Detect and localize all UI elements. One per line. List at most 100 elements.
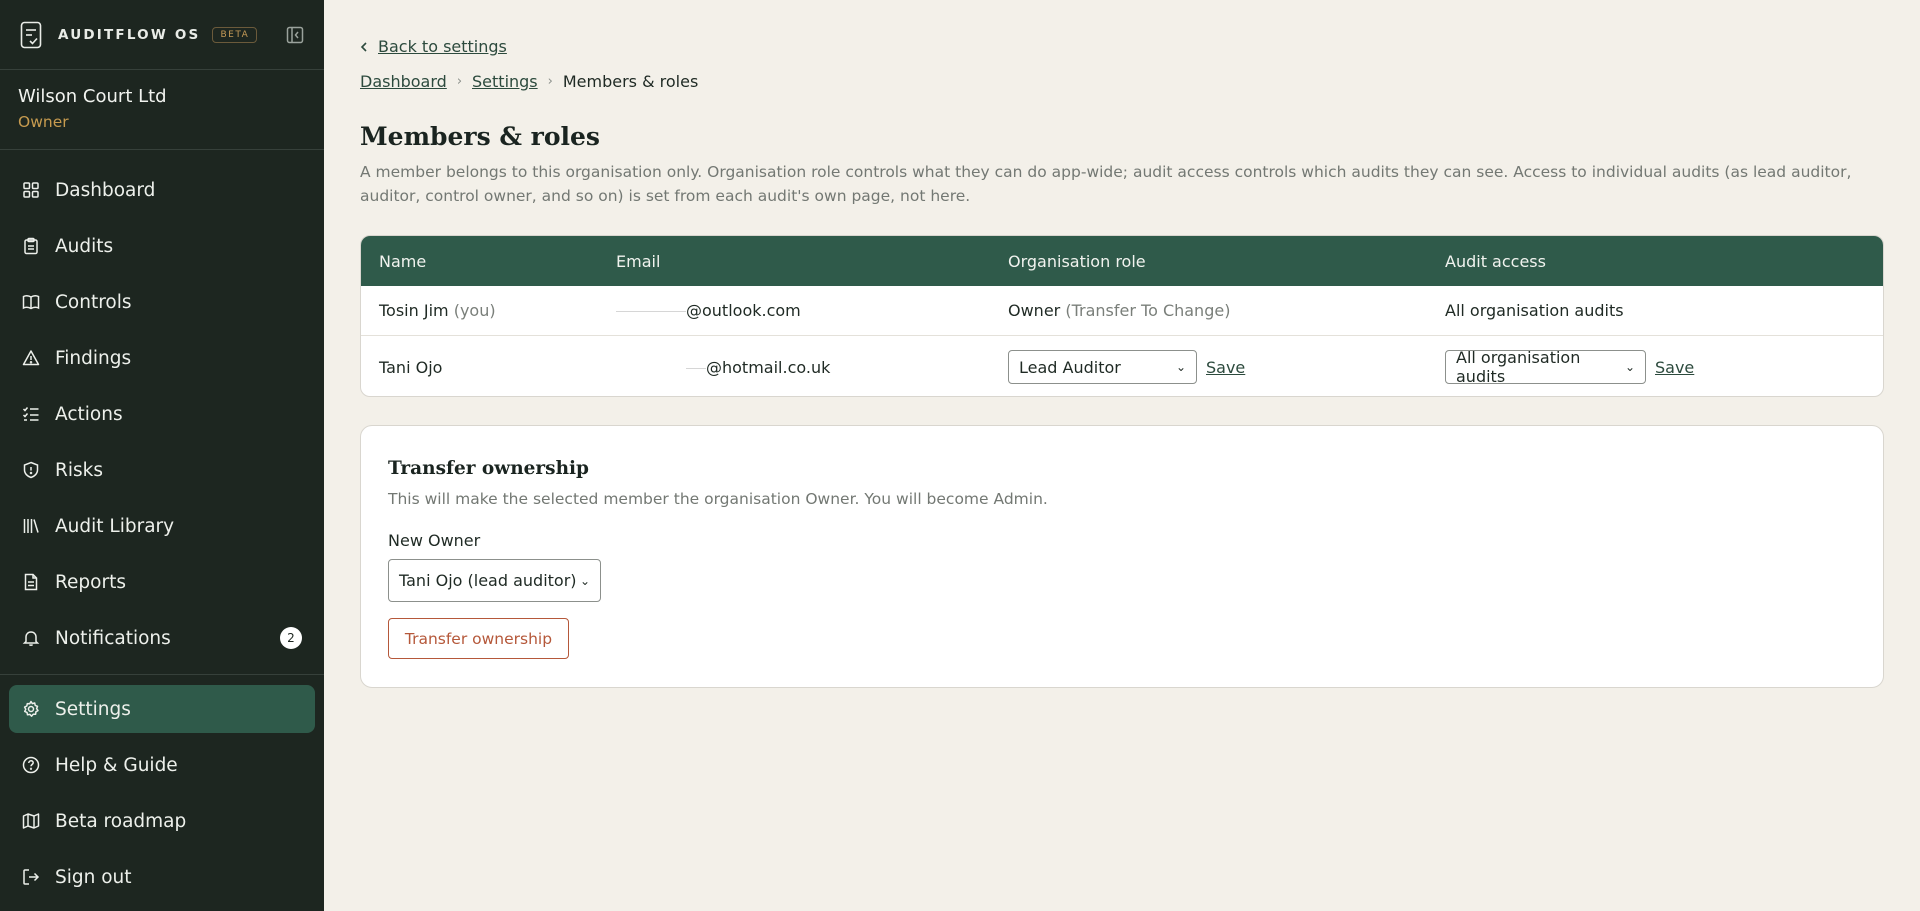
- member-name-text: Tosin Jim: [379, 301, 449, 320]
- member-role-note: (Transfer To Change): [1065, 301, 1231, 320]
- sidebar-item-beta-roadmap[interactable]: Beta roadmap: [0, 793, 324, 849]
- main-nav: Dashboard Audits Controls Findings Actio…: [0, 150, 324, 675]
- table-row: Tosin Jim (you) @outlook.com Owner (Tran…: [361, 286, 1883, 336]
- chevron-down-icon: ⌄: [1175, 360, 1186, 374]
- notifications-count-badge: 2: [280, 627, 302, 649]
- transfer-ownership-description: This will make the selected member the o…: [388, 490, 1048, 508]
- page-title: Members & roles: [360, 122, 600, 151]
- breadcrumb-dashboard[interactable]: Dashboard: [360, 72, 447, 91]
- sidebar-item-label: Controls: [55, 291, 132, 313]
- new-owner-select-value: Tani Ojo (lead auditor): [399, 571, 577, 590]
- collapse-icon: [286, 26, 304, 43]
- sidebar-item-label: Sign out: [55, 866, 132, 888]
- save-access-button[interactable]: Save: [1655, 358, 1694, 377]
- page-description: A member belongs to this organisation on…: [360, 163, 1852, 205]
- chevron-right-icon: ›: [547, 74, 553, 89]
- member-name: Tosin Jim (you): [379, 301, 496, 320]
- role-select[interactable]: Lead Auditor ⌄: [1008, 350, 1197, 384]
- new-owner-label: New Owner: [388, 531, 481, 550]
- auditflow-logo-icon: [18, 20, 44, 50]
- sidebar-item-label: Reports: [55, 571, 126, 593]
- checklist-icon: [22, 407, 39, 421]
- sidebar-item-risks[interactable]: Risks: [0, 442, 324, 498]
- sidebar-item-dashboard[interactable]: Dashboard: [0, 162, 324, 218]
- back-to-settings-link[interactable]: Back to settings: [360, 37, 507, 56]
- sidebar-item-findings[interactable]: Findings: [0, 330, 324, 386]
- member-name: Tani Ojo: [379, 357, 443, 377]
- member-audit-access: All organisation audits: [1445, 301, 1624, 320]
- chevron-right-icon: ›: [456, 74, 463, 89]
- header-organisation-role: Organisation role: [1008, 251, 1146, 271]
- collapse-sidebar-button[interactable]: [284, 24, 306, 46]
- member-access-cell: All organisation audits ⌄ Save: [1445, 348, 1694, 386]
- clipboard-icon: [24, 237, 38, 255]
- member-email: @outlook.com: [616, 301, 801, 320]
- sidebar-item-label: Help & Guide: [55, 754, 178, 776]
- bell-icon: [22, 631, 40, 646]
- document-icon: [24, 573, 38, 591]
- sidebar-item-label: Actions: [55, 403, 123, 425]
- help-icon: [22, 756, 40, 774]
- sidebar-item-label: Dashboard: [55, 179, 156, 201]
- map-icon: [22, 813, 40, 829]
- sidebar-item-actions[interactable]: Actions: [0, 386, 324, 442]
- sidebar-item-settings[interactable]: Settings: [9, 685, 315, 733]
- member-email-domain: @outlook.com: [686, 301, 801, 320]
- redacted-email-prefix: [616, 311, 686, 312]
- transfer-ownership-card: Transfer ownership This will make the se…: [360, 425, 1884, 688]
- sidebar-item-label: Findings: [55, 347, 132, 369]
- table-row: Tani Ojo @hotmail.co.uk Lead Auditor ⌄ S…: [361, 336, 1883, 396]
- sidebar-item-label: Audit Library: [55, 515, 175, 537]
- sidebar-item-controls[interactable]: Controls: [0, 274, 324, 330]
- back-link-label: Back to settings: [378, 37, 507, 56]
- breadcrumb: Dashboard › Settings › Members & roles: [360, 72, 698, 91]
- sidebar-item-label: Notifications: [55, 627, 171, 649]
- sidebar-item-sign-out[interactable]: Sign out: [0, 849, 324, 905]
- sidebar-item-help[interactable]: Help & Guide: [0, 737, 324, 793]
- table-header: Name Email Organisation role Audit acces…: [361, 236, 1883, 286]
- audit-access-select[interactable]: All organisation audits ⌄: [1445, 348, 1646, 386]
- warning-icon: [22, 350, 40, 366]
- sidebar-item-reports[interactable]: Reports: [0, 554, 324, 610]
- member-role: Owner (Transfer To Change): [1008, 301, 1230, 320]
- brand-row: AUDITFLOW OS BETA: [0, 0, 324, 70]
- sidebar-item-audit-library[interactable]: Audit Library: [0, 498, 324, 554]
- save-role-button[interactable]: Save: [1206, 358, 1245, 377]
- chevron-down-icon: ⌄: [1624, 360, 1635, 374]
- app-name: AUDITFLOW OS: [58, 26, 201, 43]
- chevron-down-icon: ⌄: [579, 573, 590, 588]
- member-role-cell: Lead Auditor ⌄ Save: [1008, 350, 1245, 384]
- chevron-left-icon: [360, 41, 367, 52]
- sidebar-item-label: Beta roadmap: [55, 810, 187, 832]
- new-owner-select[interactable]: Tani Ojo (lead auditor) ⌄: [388, 559, 601, 602]
- library-icon: [23, 519, 39, 533]
- gear-icon: [23, 700, 39, 717]
- transfer-ownership-title: Transfer ownership: [388, 458, 589, 479]
- sidebar-item-label: Settings: [55, 698, 131, 720]
- redacted-email-prefix: [686, 367, 706, 369]
- secondary-nav: Settings Help & Guide Beta roadmap Sign …: [0, 675, 324, 905]
- beta-badge: BETA: [212, 26, 258, 43]
- org-role: Owner: [18, 113, 69, 131]
- grid-icon: [23, 182, 39, 198]
- sign-out-icon: [23, 869, 40, 885]
- book-icon: [22, 295, 40, 310]
- member-role-text: Owner: [1008, 301, 1061, 320]
- sidebar: AUDITFLOW OS BETA Wilson Court Ltd Owner…: [0, 0, 324, 911]
- member-you-tag: (you): [453, 301, 496, 320]
- breadcrumb-settings[interactable]: Settings: [472, 72, 538, 91]
- sidebar-item-label: Audits: [55, 235, 114, 257]
- transfer-ownership-button[interactable]: Transfer ownership: [388, 618, 569, 659]
- audit-access-select-value: All organisation audits: [1456, 348, 1581, 386]
- role-select-value: Lead Auditor: [1019, 357, 1121, 377]
- main-content: Back to settings Dashboard › Settings › …: [324, 0, 1920, 911]
- sidebar-item-label: Risks: [55, 459, 103, 481]
- member-email: @hotmail.co.uk: [616, 358, 830, 377]
- sidebar-item-audits[interactable]: Audits: [0, 218, 324, 274]
- member-email-domain: @hotmail.co.uk: [706, 357, 831, 377]
- header-name: Name: [379, 251, 427, 271]
- org-switcher[interactable]: Wilson Court Ltd Owner: [0, 70, 324, 150]
- breadcrumb-current: Members & roles: [562, 72, 699, 91]
- header-email: Email: [616, 251, 661, 271]
- sidebar-item-notifications[interactable]: Notifications 2: [0, 610, 324, 666]
